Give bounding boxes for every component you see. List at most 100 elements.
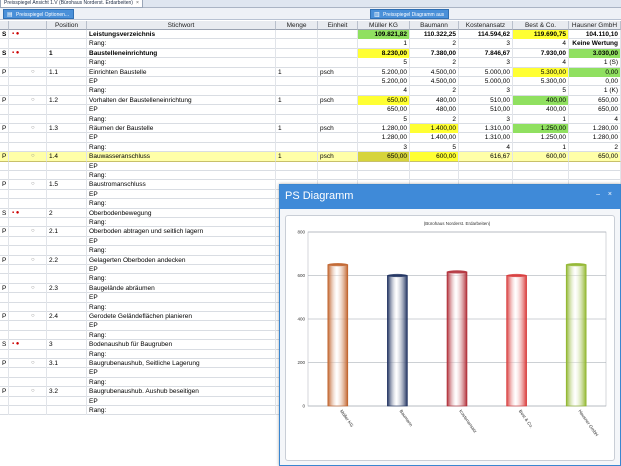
table-row[interactable]: Rang: 1 2 3 4 Keine Wertung: [0, 39, 621, 49]
einheit-cell: [318, 48, 358, 59]
row-marker-icon: ○: [9, 283, 47, 294]
col-best-header[interactable]: Best & Co.: [513, 21, 569, 30]
price-cell: 1.310,00: [459, 133, 513, 143]
price-cell: 1.280,00: [569, 133, 621, 143]
position-cell: 1.5: [47, 180, 87, 190]
einheit-cell: [318, 30, 358, 40]
price-cell: 3.030,00: [569, 48, 621, 59]
row-type-cell: P: [0, 227, 9, 237]
table-row[interactable]: Rang: 3 5 4 1 2: [0, 142, 621, 153]
price-cell: Keine Wertung: [569, 39, 621, 49]
table-row[interactable]: EP 5.200,00 4.500,00 5.000,00 5.300,00 0,00: [0, 77, 621, 87]
table-row[interactable]: EP 650,00 480,00 510,00 400,00 650,00: [0, 105, 621, 115]
diagram-window[interactable]: PS Diagramm – × (Bürohaus Norderst. Erda…: [279, 184, 621, 466]
close-icon[interactable]: ×: [136, 0, 139, 6]
table-row[interactable]: S ▪ ● Leistungsverzeichnis 109.821,82 110.32…: [0, 30, 621, 40]
row-marker-icon: [9, 218, 47, 228]
position-cell: [47, 105, 87, 115]
price-cell: 0,00: [569, 77, 621, 87]
price-cell: 1.250,00: [513, 124, 569, 134]
stichwort-cell: Baugelände abräumen: [87, 283, 276, 294]
row-type-cell: [0, 133, 9, 143]
stichwort-cell: EP: [87, 321, 276, 331]
row-type-cell: [0, 377, 9, 388]
table-row[interactable]: Rang:: [0, 171, 621, 181]
stichwort-cell: Rang:: [87, 171, 276, 181]
col-position-header[interactable]: Position: [47, 21, 87, 30]
diagram-toggle-button[interactable]: ▥ Preisspiegel Diagramm aus: [370, 9, 450, 19]
price-cell: 119.690,75: [513, 30, 569, 40]
menge-cell: [276, 86, 318, 96]
options-button[interactable]: ▤ Preisspiegel Optionen...: [3, 9, 75, 19]
col-stichwort-header[interactable]: Stichwort: [87, 21, 276, 30]
row-type-cell: [0, 114, 9, 124]
row-marker-icon: [9, 396, 47, 406]
table-row[interactable]: Rang: 5 2 3 1 4: [0, 114, 621, 124]
position-cell: 2.4: [47, 312, 87, 322]
table-row[interactable]: P ○ 1.2 Vorhalten der Baustelleneinrichtung…: [0, 95, 621, 106]
row-marker-icon: [9, 171, 47, 181]
stichwort-cell: Bauwasseranschluss: [87, 152, 276, 162]
price-cell: 650,00: [358, 95, 410, 106]
y-tick-label: 0: [302, 404, 305, 409]
price-cell: 0,00: [569, 67, 621, 77]
table-row[interactable]: Rang: 5 2 3 4 1 (S): [0, 58, 621, 68]
col-baumann-header[interactable]: Baumann: [410, 21, 459, 30]
stichwort-cell: EP: [87, 189, 276, 200]
table-row[interactable]: P ○ 1.1 Einrichten Baustelle 1 psch 5.200,00 4.…: [0, 67, 621, 77]
x-category-label: Baumann: [399, 409, 414, 428]
price-cell: 5.200,00: [358, 77, 410, 87]
table-row[interactable]: P ○ 1.3 Räumen der Baustelle 1 psch 1.280,00 1.…: [0, 124, 621, 134]
position-cell: [47, 161, 87, 171]
price-cell: 1.280,00: [569, 124, 621, 134]
bar-cap: [506, 273, 527, 278]
x-category-label: Best & Co.: [518, 409, 534, 429]
price-cell: 4.500,00: [410, 77, 459, 87]
col-marker-header[interactable]: [9, 21, 47, 30]
price-cell: [513, 161, 569, 171]
table-row[interactable]: EP 1.280,00 1.400,00 1.310,00 1.250,00 1.280,…: [0, 133, 621, 143]
menge-cell: 1: [276, 124, 318, 134]
einheit-cell: [318, 105, 358, 115]
position-cell: [47, 58, 87, 68]
price-cell: 3: [358, 142, 410, 153]
document-tab[interactable]: Preisspiegel Ansicht 1.V (Bürohaus Norde…: [0, 0, 143, 8]
row-marker-icon: ○: [9, 180, 47, 190]
col-menge-header[interactable]: Menge: [276, 21, 318, 30]
table-row[interactable]: EP: [0, 161, 621, 171]
stichwort-cell: Rang:: [87, 246, 276, 256]
row-marker-icon: ○: [9, 359, 47, 369]
bar-cap: [566, 263, 587, 267]
row-marker-icon: ▪ ●: [9, 208, 47, 218]
table-row[interactable]: Rang: 4 2 3 5 1 (K): [0, 86, 621, 96]
price-cell: 600,00: [513, 152, 569, 162]
col-kostenansatz-header[interactable]: Kostenansatz: [459, 21, 513, 30]
x-category-label: Kostenansatz: [458, 409, 478, 435]
row-marker-icon: ▪ ●: [9, 30, 47, 40]
price-cell: 7.846,67: [459, 48, 513, 59]
window-controls[interactable]: – ×: [596, 191, 615, 198]
col-einheit-header[interactable]: Einheit: [318, 21, 358, 30]
stichwort-cell: Rang:: [87, 377, 276, 388]
price-cell: 8.230,00: [358, 48, 410, 59]
einheit-cell: [318, 39, 358, 49]
price-cell: 510,00: [459, 95, 513, 106]
position-cell: [47, 142, 87, 153]
row-marker-icon: [9, 133, 47, 143]
position-cell: 1: [47, 48, 87, 59]
einheit-cell: psch: [318, 124, 358, 134]
row-type-cell: P: [0, 359, 9, 369]
row-type-cell: P: [0, 255, 9, 265]
col-mueller-header[interactable]: Müller KG: [358, 21, 410, 30]
diagram-header[interactable]: PS Diagramm – ×: [280, 185, 620, 209]
row-type-cell: [0, 368, 9, 378]
stichwort-cell: EP: [87, 293, 276, 303]
row-type-cell: P: [0, 95, 9, 106]
table-row[interactable]: S ▪ ● 1 Baustelleneinrichtung 8.230,00 7.380,…: [0, 48, 621, 59]
col-hausner-header[interactable]: Hausner GmbH: [569, 21, 621, 30]
stichwort-cell: EP: [87, 265, 276, 275]
col-type-header[interactable]: [0, 21, 9, 30]
stichwort-cell: Rang:: [87, 58, 276, 68]
row-type-cell: [0, 406, 9, 416]
table-row[interactable]: P ○ 1.4 Bauwasseranschluss 1 psch 650,00 600,00…: [0, 152, 621, 162]
